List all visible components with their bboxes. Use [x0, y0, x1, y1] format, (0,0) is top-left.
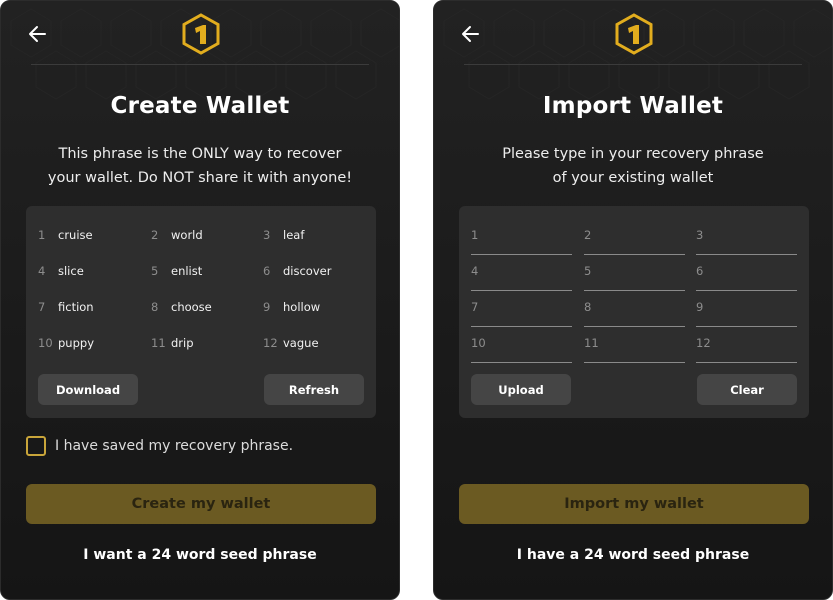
input-number: 3: [696, 228, 704, 242]
input-number: 8: [584, 300, 592, 314]
word-text: world: [171, 228, 203, 242]
phrase-word-input[interactable]: 7: [471, 290, 572, 327]
page-title: Create Wallet: [110, 93, 290, 119]
download-button[interactable]: Download: [38, 374, 138, 405]
word-number: 6: [263, 264, 271, 278]
word-text: cruise: [58, 228, 93, 242]
word-text: slice: [58, 264, 84, 278]
word-text: leaf: [283, 228, 305, 242]
word-number: 5: [151, 264, 159, 278]
phrase-word: 9 hollow: [263, 300, 320, 314]
word-number: 10: [38, 336, 53, 350]
input-number: 4: [471, 264, 479, 278]
input-number: 6: [696, 264, 704, 278]
phrase-word: 2 world: [151, 228, 203, 242]
header-divider: [31, 64, 369, 65]
page-subtitle: This phrase is the ONLY way to recover y…: [41, 142, 359, 190]
word-number: 7: [38, 300, 46, 314]
saved-phrase-label[interactable]: I have saved my recovery phrase.: [55, 438, 293, 454]
phrase-word-input[interactable]: 4: [471, 254, 572, 291]
subtitle-line: Please type in your recovery phrase: [502, 146, 764, 162]
upload-button[interactable]: Upload: [471, 374, 571, 405]
input-number: 5: [584, 264, 592, 278]
subtitle-line: your wallet. Do NOT share it with anyone…: [47, 170, 353, 186]
word-text: fiction: [58, 300, 94, 314]
clear-button[interactable]: Clear: [697, 374, 797, 405]
phrase-word-input[interactable]: 10: [471, 326, 572, 363]
back-arrow-icon[interactable]: [458, 21, 484, 47]
create-wallet-panel: Create Wallet This phrase is the ONLY wa…: [0, 0, 400, 600]
input-number: 10: [471, 336, 486, 350]
phrase-word: 6 discover: [263, 264, 331, 278]
page-title: Import Wallet: [542, 93, 724, 119]
input-number: 9: [696, 300, 704, 314]
page-subtitle: Please type in your recovery phrase of y…: [474, 142, 792, 190]
word-number: 9: [263, 300, 271, 314]
phrase-word-input[interactable]: 3: [696, 218, 797, 255]
word-number: 1: [38, 228, 46, 242]
word-number: 11: [151, 336, 166, 350]
saved-phrase-checkbox[interactable]: [26, 436, 46, 456]
word-text: choose: [171, 300, 212, 314]
input-number: 2: [584, 228, 592, 242]
word-number: 3: [263, 228, 271, 242]
phrase-word: 11 drip: [151, 336, 194, 350]
create-wallet-button[interactable]: Create my wallet: [26, 484, 376, 524]
word-text: drip: [171, 336, 194, 350]
phrase-word: 12 vague: [263, 336, 319, 350]
phrase-word-input[interactable]: 8: [584, 290, 685, 327]
word-text: discover: [283, 264, 332, 278]
phrase-word: 7 fiction: [38, 300, 94, 314]
phrase-word-input[interactable]: 11: [584, 326, 685, 363]
phrase-word-input[interactable]: 5: [584, 254, 685, 291]
subtitle-line: of your existing wallet: [552, 170, 714, 186]
word-text: enlist: [171, 264, 203, 278]
phrase-word: 3 leaf: [263, 228, 304, 242]
phrase-word: 5 enlist: [151, 264, 202, 278]
input-number: 11: [584, 336, 599, 350]
phrase-word: 1 cruise: [38, 228, 93, 242]
word-number: 8: [151, 300, 159, 314]
recovery-phrase-box: 1 cruise 2 world 3 leaf 4 slice 5 enlist 6 dis…: [26, 206, 376, 418]
input-number: 7: [471, 300, 479, 314]
phrase-word-input[interactable]: 6: [696, 254, 797, 291]
phrase-word: 4 slice: [38, 264, 84, 278]
word-text: vague: [283, 336, 319, 350]
import-wallet-panel: Import Wallet Please type in your recove…: [433, 0, 833, 600]
header-divider: [464, 64, 802, 65]
app-logo-icon: [182, 13, 220, 55]
phrase-word: 8 choose: [151, 300, 212, 314]
seed-24-word-link[interactable]: I have a 24 word seed phrase: [434, 547, 832, 563]
phrase-word: 10 puppy: [38, 336, 94, 350]
word-number: 4: [38, 264, 46, 278]
input-number: 12: [696, 336, 711, 350]
phrase-word-input[interactable]: 9: [696, 290, 797, 327]
subtitle-line: This phrase is the ONLY way to recover: [58, 146, 342, 162]
seed-24-word-link[interactable]: I want a 24 word seed phrase: [1, 547, 399, 563]
word-number: 12: [263, 336, 278, 350]
word-text: hollow: [283, 300, 321, 314]
app-logo-icon: [615, 13, 653, 55]
import-wallet-button[interactable]: Import my wallet: [459, 484, 809, 524]
phrase-word-input[interactable]: 12: [696, 326, 797, 363]
saved-phrase-check-row: I have saved my recovery phrase.: [26, 435, 293, 457]
word-text: puppy: [58, 336, 94, 350]
phrase-word-input[interactable]: 2: [584, 218, 685, 255]
input-number: 1: [471, 228, 479, 242]
recovery-phrase-input-box: 1 2 3 4 5 6 7 8 9 10 11 12 Upload Clear: [459, 206, 809, 418]
back-arrow-icon[interactable]: [25, 21, 51, 47]
refresh-button[interactable]: Refresh: [264, 374, 364, 405]
phrase-word-input[interactable]: 1: [471, 218, 572, 255]
word-number: 2: [151, 228, 159, 242]
